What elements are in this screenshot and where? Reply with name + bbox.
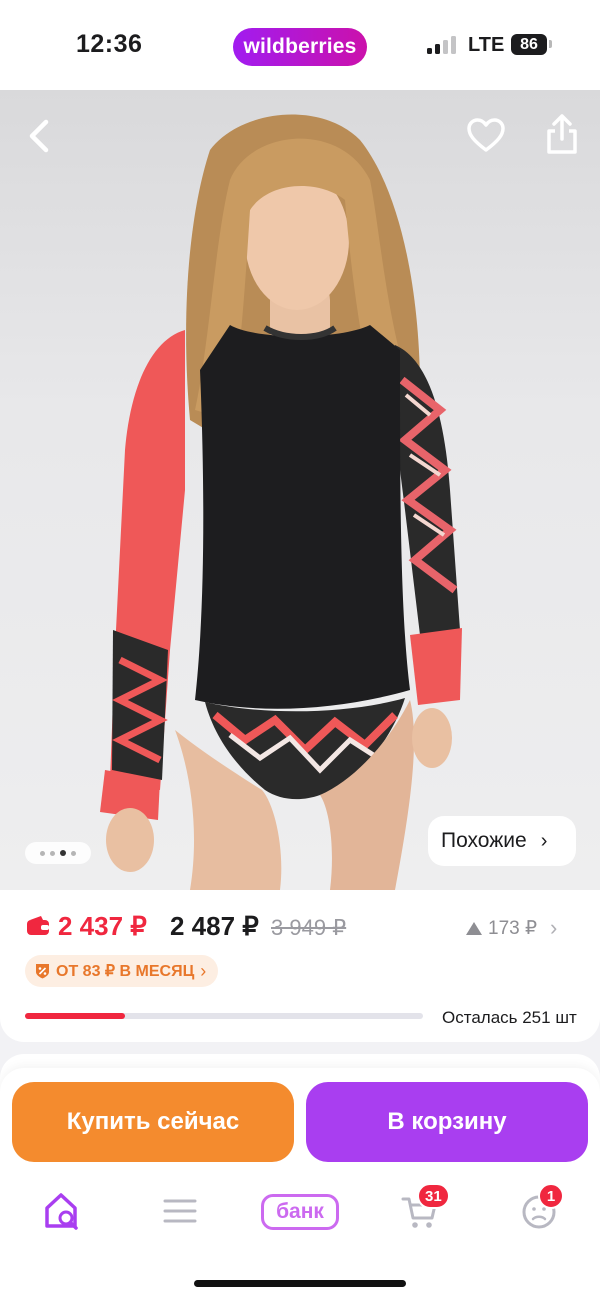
arrow-up-icon bbox=[466, 922, 482, 935]
heart-icon[interactable] bbox=[466, 116, 506, 156]
wallet-price: 2 437 ₽ bbox=[58, 911, 147, 941]
cellular-signal-icon bbox=[427, 36, 459, 54]
similar-label: Похожие bbox=[441, 829, 527, 852]
price-card: 2 437 ₽ 2 487 ₽ 3 949 ₽ 173 ₽ › ОТ 83 ₽ … bbox=[0, 890, 600, 1042]
network-type: LTE bbox=[468, 34, 505, 56]
add-to-cart-button[interactable]: В корзину bbox=[306, 1082, 588, 1162]
installment-label: ОТ 83 ₽ В МЕСЯЦ bbox=[56, 963, 195, 980]
price-history-button[interactable]: 173 ₽ bbox=[466, 917, 537, 940]
home-indicator bbox=[194, 1280, 406, 1287]
chevron-right-icon[interactable]: › bbox=[550, 915, 557, 941]
battery-tip bbox=[549, 40, 552, 48]
pager-dot bbox=[50, 850, 55, 856]
menu-icon bbox=[163, 1199, 197, 1223]
tab-bank[interactable]: банк bbox=[261, 1194, 339, 1230]
old-price: 3 949 ₽ bbox=[271, 915, 347, 940]
stock-progress-fill bbox=[25, 1013, 125, 1019]
tab-catalog[interactable] bbox=[162, 1190, 198, 1234]
share-icon[interactable] bbox=[543, 112, 581, 156]
installment-badge[interactable]: ОТ 83 ₽ В МЕСЯЦ › bbox=[25, 955, 219, 987]
status-bar: 12:36 wildberries LTE 86 bbox=[0, 0, 600, 90]
battery-icon: 86 bbox=[511, 34, 547, 55]
app-brand-pill[interactable]: wildberries bbox=[233, 28, 367, 66]
stock-progress-bar bbox=[25, 1013, 423, 1019]
product-photo-illustration bbox=[100, 114, 462, 890]
price-drop-value: 173 ₽ bbox=[488, 918, 538, 939]
chevron-right-icon: › bbox=[540, 829, 548, 852]
wallet-icon bbox=[27, 916, 49, 935]
product-photo[interactable]: Похожие › bbox=[0, 90, 600, 890]
bottom-action-panel: Купить сейчас В корзину банк 31 1 bbox=[0, 1068, 600, 1300]
current-price: 2 487 ₽ bbox=[170, 911, 259, 941]
home-search-icon bbox=[45, 1193, 78, 1230]
pager-dot bbox=[71, 850, 76, 856]
tab-home[interactable] bbox=[42, 1190, 82, 1234]
image-pager-dots bbox=[25, 842, 91, 864]
stock-remaining: Осталась 251 шт bbox=[442, 1008, 577, 1027]
pager-dot-active bbox=[60, 850, 66, 856]
similar-button[interactable]: Похожие › bbox=[428, 816, 576, 866]
status-time: 12:36 bbox=[76, 30, 143, 58]
battery-level: 86 bbox=[520, 35, 538, 53]
buy-now-button[interactable]: Купить сейчас bbox=[12, 1082, 294, 1162]
chevron-right-icon: › bbox=[200, 960, 207, 981]
cart-count-badge: 31 bbox=[417, 1183, 450, 1209]
percent-shield-icon bbox=[36, 964, 49, 979]
pager-dot bbox=[40, 850, 45, 856]
profile-notification-badge: 1 bbox=[538, 1183, 564, 1209]
chevron-left-icon[interactable] bbox=[22, 116, 58, 156]
